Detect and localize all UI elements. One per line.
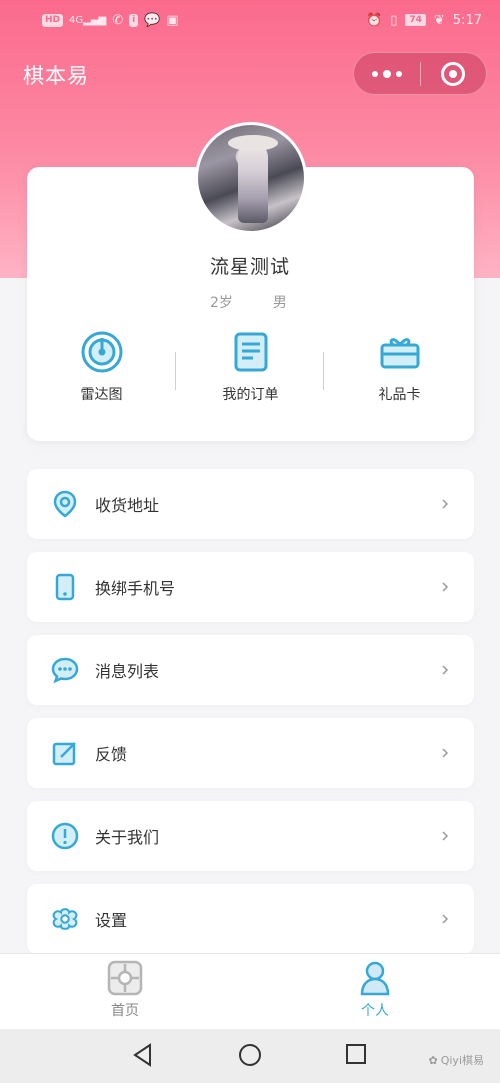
dot-icon: [383, 69, 391, 78]
watermark-text: Qiyi棋易: [440, 1054, 484, 1067]
wechat-icon: ✿: [428, 1053, 438, 1067]
tab-profile[interactable]: 个人: [250, 954, 500, 1029]
quick-action-gift-card[interactable]: 礼品卡: [325, 330, 474, 410]
more-menu-button[interactable]: [354, 69, 420, 78]
location-pin-icon: [51, 490, 79, 518]
system-navigation-bar: [0, 1029, 500, 1083]
menu-item-settings[interactable]: 设置: [27, 884, 474, 954]
tab-label: 个人: [361, 1003, 389, 1019]
hd-indicator: HD: [42, 13, 64, 27]
vibrate-icon: ▯: [390, 12, 398, 28]
settings-flower-icon: [51, 905, 79, 933]
info-notification-icon: i: [129, 13, 139, 27]
menu-item-feedback[interactable]: 反馈: [27, 718, 474, 788]
menu-item-shipping-address[interactable]: 收货地址: [27, 469, 474, 539]
page-title: 棋本易: [23, 64, 89, 88]
status-bar: HD 4G▂▄▆ ✆ i 💬 ▣ ⏰ ▯ 74 ❦ 5:17: [0, 0, 500, 40]
user-name: 流星测试: [209, 256, 290, 278]
menu-item-label: 设置: [95, 911, 128, 930]
chevron-right-icon: [442, 582, 449, 592]
phone-icon: [51, 573, 79, 601]
message-icon: [51, 656, 79, 684]
quick-action-label: 雷达图: [80, 387, 123, 403]
chevron-right-icon: [442, 831, 449, 841]
status-time: 5:17: [452, 12, 482, 28]
leaf-icon: ❦: [433, 12, 445, 28]
person-icon: [360, 961, 390, 996]
signal-icon: 4G▂▄▆: [69, 14, 107, 26]
wechat-notification-icon: 💬: [144, 12, 161, 28]
home-board-icon: [107, 960, 143, 996]
tab-bar: 首页 个人: [0, 953, 500, 1029]
app-notification-icon: ▣: [166, 12, 179, 28]
recents-icon[interactable]: [345, 1043, 367, 1065]
chevron-right-icon: [442, 748, 449, 758]
back-icon[interactable]: [132, 1043, 154, 1067]
tab-home[interactable]: 首页: [0, 954, 250, 1029]
edit-icon: [51, 739, 79, 767]
user-age: 2岁: [210, 295, 233, 311]
user-meta: 2岁 男: [210, 292, 287, 312]
chevron-right-icon: [442, 665, 449, 675]
gift-card-icon: [380, 338, 419, 369]
watermark: ✿ Qiyi棋易: [429, 1052, 485, 1068]
missed-call-icon: ✆: [112, 12, 124, 28]
avatar[interactable]: [195, 122, 307, 234]
quick-action-label: 我的订单: [222, 387, 279, 403]
menu-item-label: 换绑手机号: [95, 579, 176, 598]
info-icon: [51, 822, 79, 850]
tab-label: 首页: [111, 1003, 139, 1019]
menu-item-label: 反馈: [95, 745, 128, 764]
alarm-icon: ⏰: [366, 12, 383, 28]
close-miniprogram-button[interactable]: [421, 61, 486, 86]
quick-action-radar[interactable]: 雷达图: [27, 330, 176, 410]
chevron-right-icon: [442, 914, 449, 924]
menu-item-about-us[interactable]: 关于我们: [27, 801, 474, 871]
user-gender: 男: [272, 295, 287, 311]
order-icon: [234, 332, 267, 372]
menu-item-label: 消息列表: [95, 662, 160, 681]
home-icon[interactable]: [238, 1043, 262, 1067]
dot-icon: [372, 70, 378, 77]
quick-divider: [323, 352, 324, 390]
menu-item-message-list[interactable]: 消息列表: [27, 635, 474, 705]
target-circle-icon: [441, 61, 466, 86]
menu-item-label: 收货地址: [95, 496, 160, 515]
quick-action-orders[interactable]: 我的订单: [176, 330, 325, 410]
quick-action-label: 礼品卡: [378, 387, 421, 403]
battery-icon: 74: [405, 14, 426, 26]
menu-item-change-phone[interactable]: 换绑手机号: [27, 552, 474, 622]
quick-actions: 雷达图 我的订单 礼品卡: [27, 330, 474, 410]
radar-icon: [81, 331, 122, 373]
miniprogram-capsule: [353, 52, 487, 95]
menu-item-label: 关于我们: [95, 828, 160, 847]
dot-icon: [396, 70, 402, 77]
chevron-right-icon: [442, 499, 449, 509]
